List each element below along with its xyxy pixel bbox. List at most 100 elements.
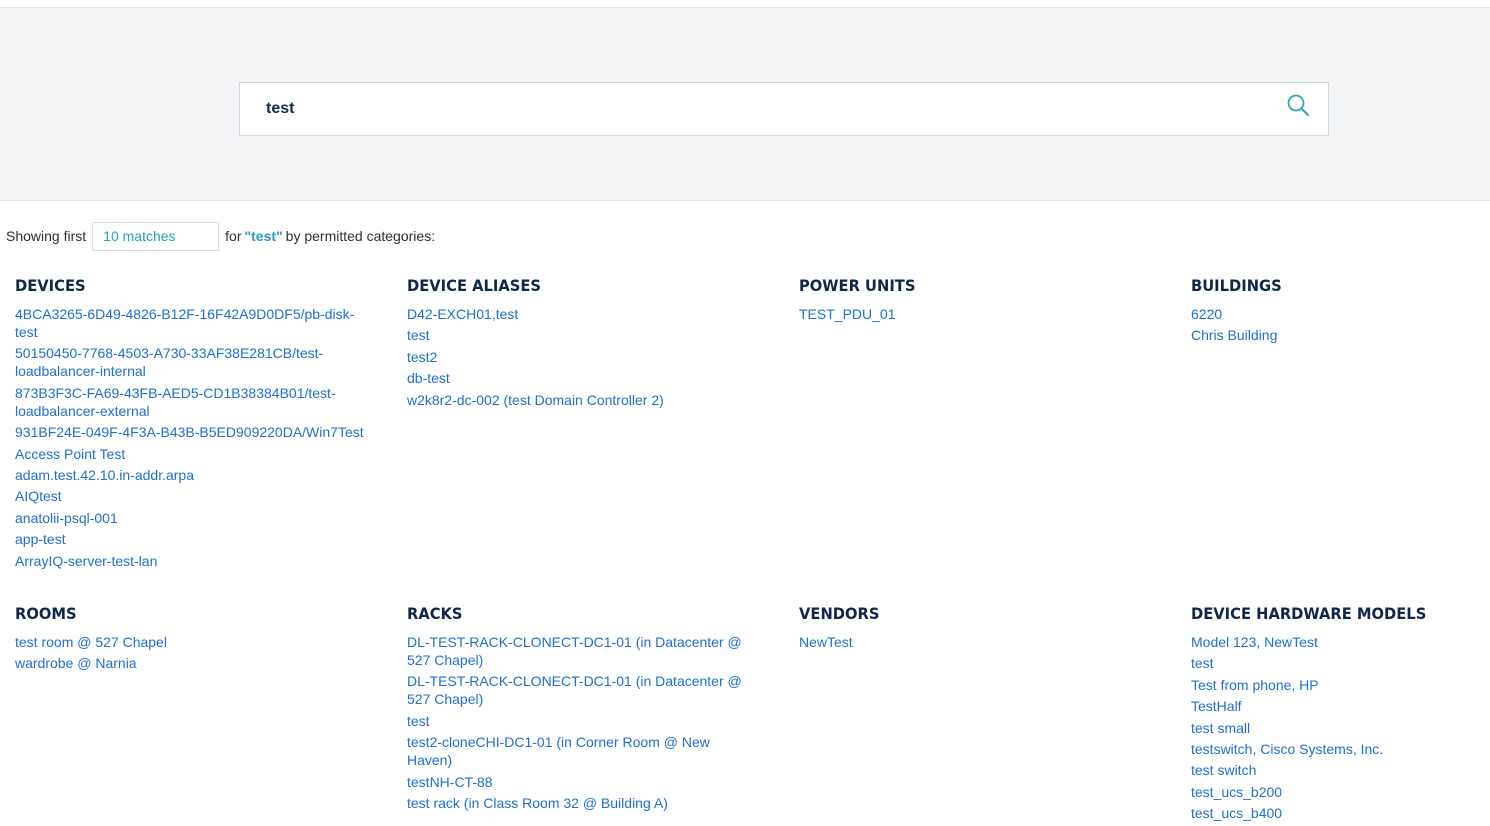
result-item: testNH-CT-88	[407, 773, 757, 792]
result-item: 50150450-7768-4503-A730-33AF38E281CB/tes…	[15, 344, 365, 381]
result-item: 873B3F3C-FA69-43FB-AED5-CD1B38384B01/tes…	[15, 384, 365, 421]
result-link[interactable]: test_ucs_b200	[1191, 783, 1282, 801]
category-title: POWER UNITS	[799, 276, 916, 295]
result-item: TestHalf	[1191, 697, 1490, 716]
result-link[interactable]: Chris Building	[1191, 326, 1277, 344]
result-item: test	[407, 326, 757, 345]
category-title: DEVICE ALIASES	[407, 276, 542, 295]
result-link[interactable]: 50150450-7768-4503-A730-33AF38E281CB/tes…	[15, 344, 365, 380]
category-title: ROOMS	[15, 604, 77, 623]
category-power-units: POWER UNITS TEST_PDU_01	[799, 276, 1149, 326]
result-item: DL-TEST-RACK-CLONECT-DC1-01 (in Datacent…	[407, 633, 757, 670]
category-devices: DEVICES 4BCA3265-6D49-4826-B12F-16F42A9D…	[15, 276, 365, 573]
result-item: NewTest	[799, 633, 1149, 652]
summary-prefix: Showing first	[6, 228, 87, 244]
result-list: test room @ 527 Chapel wardrobe @ Narnia	[15, 633, 365, 673]
result-item: Model 123, NewTest	[1191, 633, 1490, 652]
result-link[interactable]: AIQtest	[15, 487, 62, 505]
result-link[interactable]: testNH-CT-88	[407, 773, 493, 791]
result-list: D42-EXCH01,test test test2 db-test w2k8r2-dc…	[407, 305, 757, 410]
result-item: Chris Building	[1191, 326, 1490, 345]
category-rooms: ROOMS test room @ 527 Chapel wardrobe @ N…	[15, 604, 365, 676]
result-link[interactable]: TestHalf	[1191, 697, 1242, 715]
result-link[interactable]: Test from phone, HP	[1191, 676, 1319, 694]
category-buildings: BUILDINGS 6220 Chris Building	[1191, 276, 1490, 348]
result-link[interactable]: anatolii-psql-001	[15, 509, 118, 527]
result-list: 4BCA3265-6D49-4826-B12F-16F42A9D0DF5/pb-…	[15, 305, 365, 571]
result-link[interactable]: 931BF24E-049F-4F3A-B43B-B5ED909220DA/Win…	[15, 423, 364, 441]
result-item: db-test	[407, 369, 757, 388]
result-link[interactable]: test switch	[1191, 761, 1256, 779]
result-item: test small	[1191, 719, 1490, 738]
result-item: test	[407, 712, 757, 731]
result-list: TEST_PDU_01	[799, 305, 1149, 324]
result-list: DL-TEST-RACK-CLONECT-DC1-01 (in Datacent…	[407, 633, 757, 813]
category-racks: RACKS DL-TEST-RACK-CLONECT-DC1-01 (in Da…	[407, 604, 757, 815]
result-link[interactable]: DL-TEST-RACK-CLONECT-DC1-01 (in Datacent…	[407, 633, 757, 669]
result-list: 6220 Chris Building	[1191, 305, 1490, 345]
result-item: test room @ 527 Chapel	[15, 633, 365, 652]
result-link[interactable]: test	[407, 712, 430, 730]
result-link[interactable]: test2	[407, 348, 437, 366]
search-box	[239, 82, 1329, 136]
result-item: DL-TEST-RACK-CLONECT-DC1-01 (in Datacent…	[407, 672, 757, 709]
category-title: BUILDINGS	[1191, 276, 1282, 295]
search-input[interactable]	[240, 83, 1280, 135]
result-item: wardrobe @ Narnia	[15, 654, 365, 673]
result-link[interactable]: wardrobe @ Narnia	[15, 654, 137, 672]
category-title: VENDORS	[799, 604, 880, 623]
result-item: D42-EXCH01,test	[407, 305, 757, 324]
result-link[interactable]: testswitch, Cisco Systems, Inc.	[1191, 740, 1383, 758]
result-item: 4BCA3265-6D49-4826-B12F-16F42A9D0DF5/pb-…	[15, 305, 365, 342]
result-link[interactable]: ArrayIQ-server-test-lan	[15, 552, 157, 570]
result-item: TEST_PDU_01	[799, 305, 1149, 324]
result-link[interactable]: 4BCA3265-6D49-4826-B12F-16F42A9D0DF5/pb-…	[15, 305, 365, 341]
result-item: test_ucs_b400	[1191, 804, 1490, 823]
result-link[interactable]: test small	[1191, 719, 1250, 737]
result-link[interactable]: w2k8r2-dc-002 (test Domain Controller 2)	[407, 391, 664, 409]
result-item: testswitch, Cisco Systems, Inc.	[1191, 740, 1490, 759]
result-item: test2	[407, 348, 757, 367]
result-item: test_ucs_b200	[1191, 783, 1490, 802]
result-item: test switch	[1191, 761, 1490, 780]
summary-query: "test"	[244, 228, 283, 244]
result-link[interactable]: TEST_PDU_01	[799, 305, 895, 323]
result-item: Test from phone, HP	[1191, 676, 1490, 695]
result-link[interactable]: adam.test.42.10.in-addr.arpa	[15, 466, 194, 484]
result-link[interactable]: app-test	[15, 530, 66, 548]
result-link[interactable]: Model 123, NewTest	[1191, 633, 1318, 651]
result-link[interactable]: test2-cloneCHI-DC1-01 (in Corner Room @ …	[407, 733, 757, 769]
result-link[interactable]: test rack (in Class Room 32 @ Building A…	[407, 794, 668, 812]
summary-for-label: for	[225, 228, 242, 244]
category-title: DEVICES	[15, 276, 86, 295]
result-list: NewTest	[799, 633, 1149, 652]
category-device-aliases: DEVICE ALIASES D42-EXCH01,test test test2 d…	[407, 276, 757, 412]
result-link[interactable]: test	[1191, 654, 1214, 672]
category-vendors: VENDORS NewTest	[799, 604, 1149, 654]
result-item: AIQtest	[15, 487, 365, 506]
result-item: 931BF24E-049F-4F3A-B43B-B5ED909220DA/Win…	[15, 423, 365, 442]
result-item: w2k8r2-dc-002 (test Domain Controller 2)	[407, 391, 757, 410]
result-link[interactable]: D42-EXCH01,test	[407, 305, 518, 323]
result-item: test	[1191, 654, 1490, 673]
result-link[interactable]: test	[407, 326, 430, 344]
result-link[interactable]: NewTest	[799, 633, 853, 651]
result-link[interactable]: test room @ 527 Chapel	[15, 633, 167, 651]
category-device-hardware-models: DEVICE HARDWARE MODELS Model 123, NewTes…	[1191, 604, 1490, 826]
result-item: adam.test.42.10.in-addr.arpa	[15, 466, 365, 485]
result-link[interactable]: 873B3F3C-FA69-43FB-AED5-CD1B38384B01/tes…	[15, 384, 365, 420]
result-item: ArrayIQ-server-test-lan	[15, 552, 365, 571]
results-summary: Showing first 10 matches for "test" by p…	[6, 221, 435, 251]
result-item: anatolii-psql-001	[15, 509, 365, 528]
match-count-select[interactable]: 10 matches	[92, 221, 220, 251]
category-title: RACKS	[407, 604, 463, 623]
search-icon[interactable]	[1286, 93, 1312, 119]
result-link[interactable]: Access Point Test	[15, 445, 125, 463]
result-link[interactable]: DL-TEST-RACK-CLONECT-DC1-01 (in Datacent…	[407, 672, 757, 708]
result-link[interactable]: db-test	[407, 369, 450, 387]
result-item: test rack (in Class Room 32 @ Building A…	[407, 794, 757, 813]
result-link[interactable]: test_ucs_b400	[1191, 804, 1282, 822]
result-link[interactable]: 6220	[1191, 305, 1222, 323]
result-item: app-test	[15, 530, 365, 549]
search-band	[0, 8, 1490, 201]
